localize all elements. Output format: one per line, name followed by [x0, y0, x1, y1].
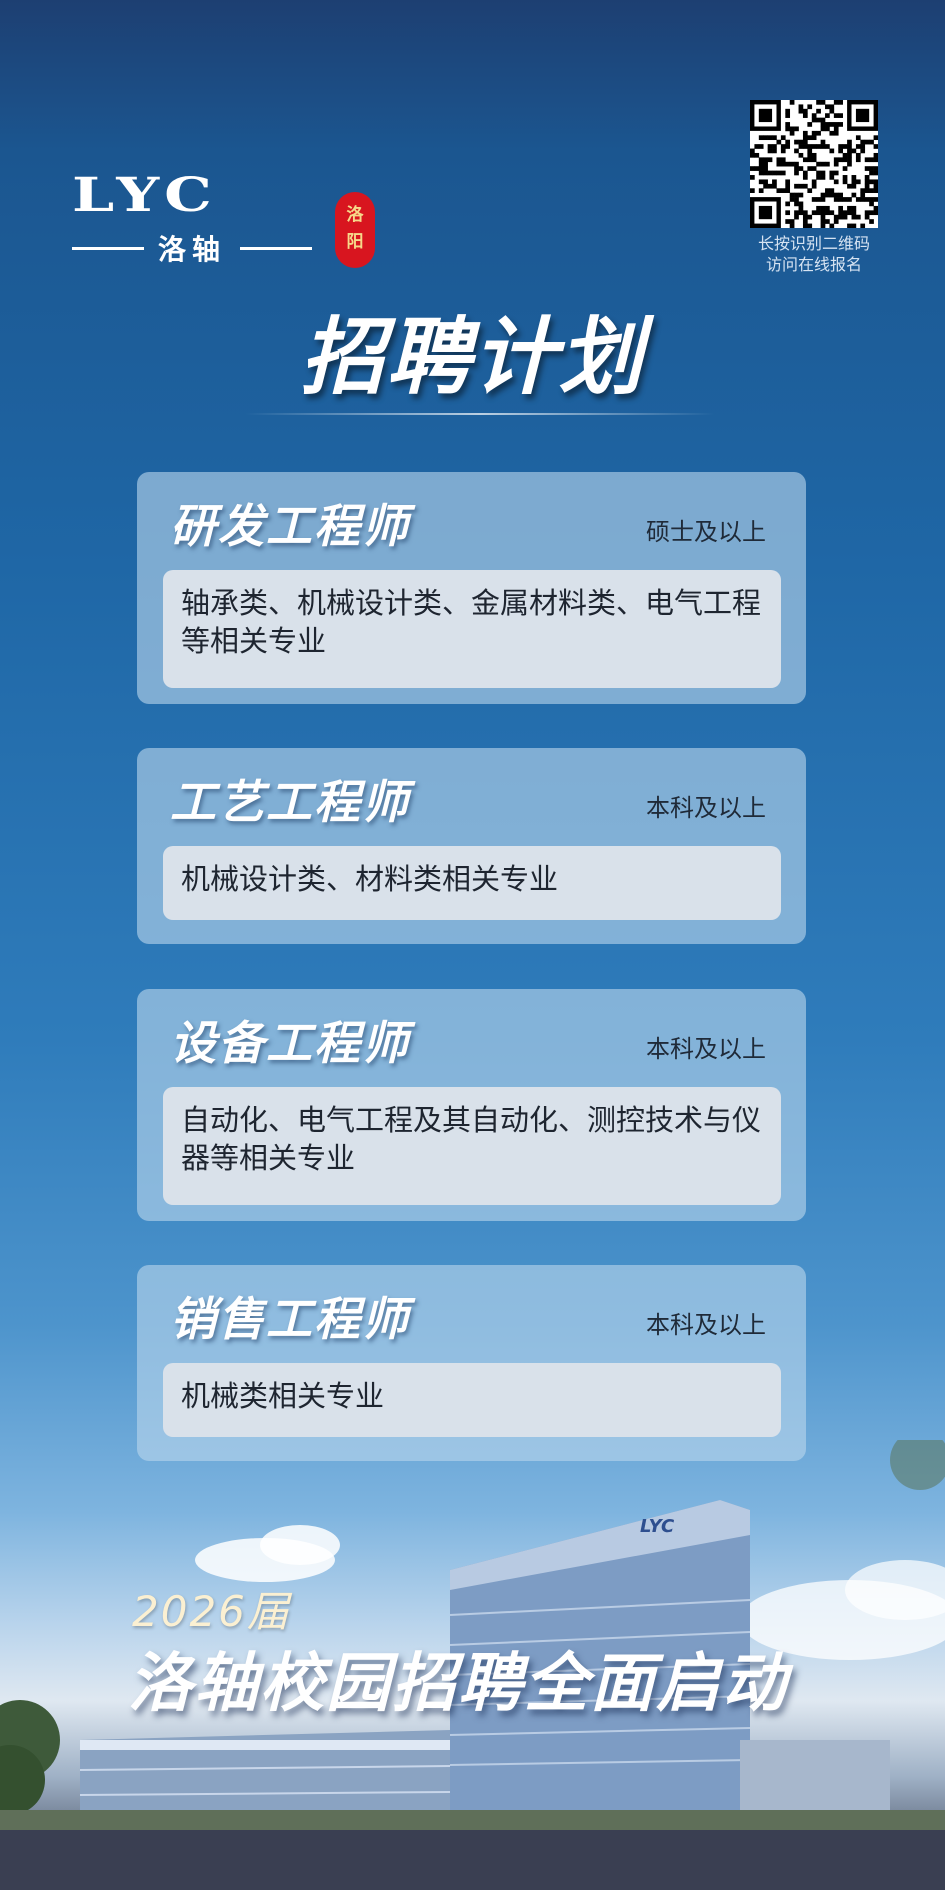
cloud-icon	[260, 1525, 340, 1565]
qr-code-graphic	[750, 100, 878, 228]
luoyang-seal: 洛 阳	[335, 192, 375, 268]
logo-divider-right	[240, 246, 313, 250]
position-degree: 硕士及以上	[646, 518, 766, 546]
lyc-logo: LYC 洛轴	[72, 168, 313, 268]
position-title: 工艺工程师	[170, 775, 410, 829]
position-degree: 本科及以上	[646, 1035, 766, 1063]
position-title: 设备工程师	[170, 1016, 410, 1070]
side-building	[740, 1740, 890, 1820]
position-title: 研发工程师	[170, 499, 410, 553]
recruitment-poster: LYC 洛轴 洛 阳 长按识别二维码 访问在线报名 招聘计划 研发工程师 硕士及…	[0, 0, 945, 1890]
logo-divider-left	[72, 246, 144, 250]
position-majors: 轴承类、机械设计类、金属材料类、电气工程等相关专业	[163, 570, 781, 688]
seal-char-2: 阳	[346, 232, 364, 252]
seal-char-1: 洛	[346, 205, 364, 225]
qr-code-icon[interactable]	[750, 100, 878, 228]
logo-subtext: 洛轴	[158, 233, 227, 266]
position-card-rd: 研发工程师 硕士及以上 轴承类、机械设计类、金属材料类、电气工程等相关专业	[137, 472, 806, 704]
position-card-equipment: 设备工程师 本科及以上 自动化、电气工程及其自动化、测控技术与仪器等相关专业	[137, 989, 806, 1221]
page-title: 招聘计划	[300, 308, 645, 406]
campaign-slogan: 洛轴校园招聘全面启动	[128, 1647, 788, 1721]
graduation-year: 2026届	[132, 1587, 291, 1636]
position-degree: 本科及以上	[646, 794, 766, 822]
title-divider	[245, 413, 715, 415]
tree-icon	[890, 1440, 945, 1490]
qr-caption-line1: 长按识别二维码	[757, 234, 870, 253]
logo-subline: 洛轴	[72, 228, 313, 268]
position-title: 销售工程师	[170, 1292, 410, 1346]
position-card-process: 工艺工程师 本科及以上 机械设计类、材料类相关专业	[137, 748, 806, 944]
position-majors: 机械类相关专业	[163, 1363, 781, 1437]
qr-caption: 长按识别二维码 访问在线报名	[735, 233, 893, 275]
building-sign: LYC	[640, 1516, 675, 1537]
position-majors: 机械设计类、材料类相关专业	[163, 846, 781, 920]
position-card-sales: 销售工程师 本科及以上 机械类相关专业	[137, 1265, 806, 1461]
logo-lettering: LYC	[72, 168, 218, 223]
position-majors: 自动化、电气工程及其自动化、测控技术与仪器等相关专业	[163, 1087, 781, 1205]
qr-caption-line2: 访问在线报名	[765, 255, 862, 274]
position-degree: 本科及以上	[646, 1311, 766, 1339]
